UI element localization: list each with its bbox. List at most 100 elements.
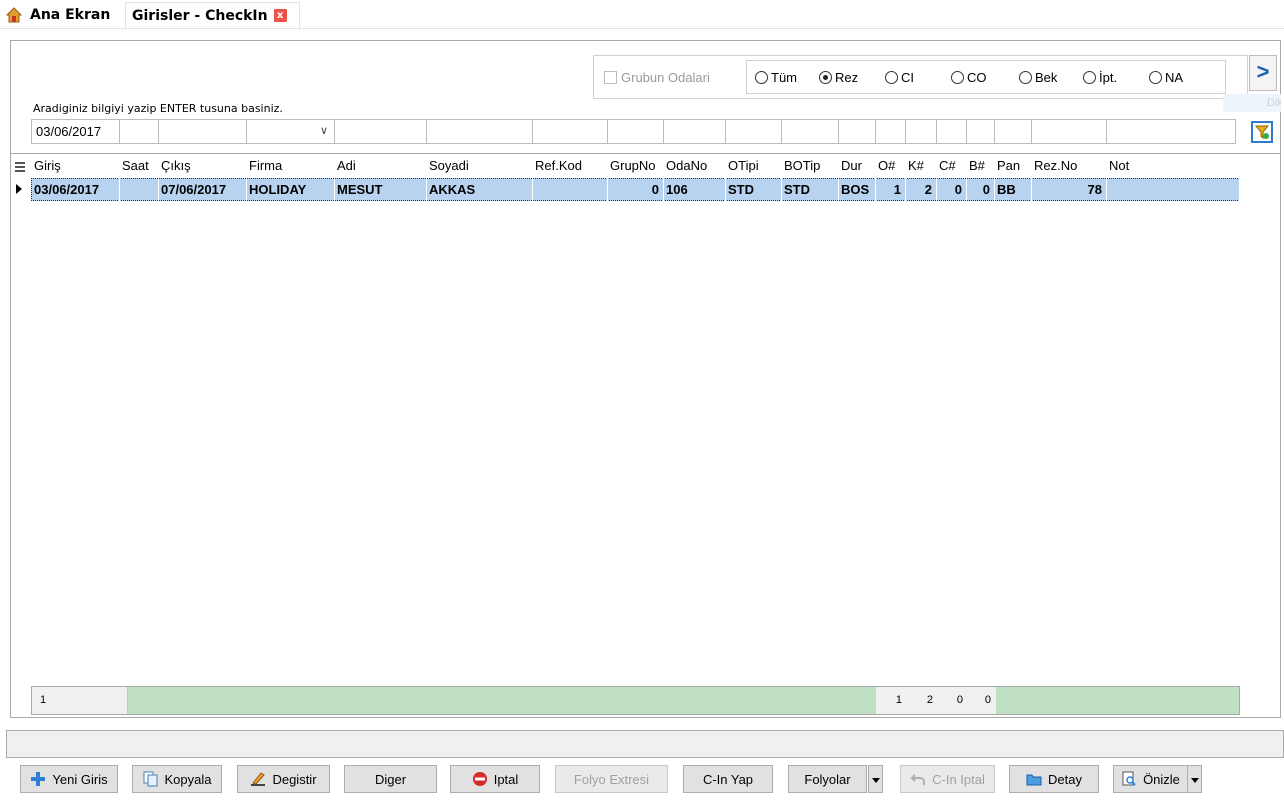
filter-botip-input[interactable]	[781, 119, 839, 144]
col-rezno[interactable]: Rez.No	[1031, 154, 1107, 178]
group-rooms-checkbox[interactable]: Grubun Odalari	[604, 70, 710, 85]
filter-cikis-input[interactable]	[158, 119, 247, 144]
cell-c[interactable]: 0	[936, 178, 967, 201]
cell-k[interactable]: 2	[905, 178, 937, 201]
filter-saat-input[interactable]	[119, 119, 159, 144]
col-b[interactable]: B#	[966, 154, 995, 178]
chevron-down-icon[interactable]: ∨	[320, 120, 328, 143]
radio-ci[interactable]: CI	[885, 70, 914, 85]
other-button[interactable]: Diger	[344, 765, 437, 793]
radio-rez[interactable]: Rez	[819, 70, 858, 85]
filter-not-input[interactable]	[1106, 119, 1236, 144]
cell-saat[interactable]	[119, 178, 159, 201]
close-icon[interactable]: x	[273, 9, 287, 22]
tab-ana-ekran[interactable]: Ana Ekran	[5, 2, 111, 28]
cell-firma[interactable]: HOLIDAY	[246, 178, 335, 201]
filter-dur-input[interactable]	[838, 119, 876, 144]
checkin-grid: Giriş Saat Çıkış Firma Adi Soyadi Ref.Ko…	[11, 153, 1280, 688]
filter-soyadi-input[interactable]	[426, 119, 533, 144]
col-grupno[interactable]: GrupNo	[607, 154, 664, 178]
folios-dropdown[interactable]	[868, 765, 883, 793]
tab-girisler-checkin[interactable]: Girisler - CheckIn x	[125, 2, 300, 28]
cell-dur[interactable]: BOS	[838, 178, 876, 201]
filter-giris-input[interactable]: 03/06/2017	[31, 119, 120, 144]
col-giris[interactable]: Giriş	[31, 154, 120, 178]
radio-circle[interactable]	[885, 71, 898, 84]
cell-soyadi[interactable]: AKKAS	[426, 178, 533, 201]
col-saat[interactable]: Saat	[119, 154, 159, 178]
col-pan[interactable]: Pan	[994, 154, 1032, 178]
radio-circle[interactable]	[1149, 71, 1162, 84]
cell-botip[interactable]: STD	[781, 178, 839, 201]
radio-circle[interactable]	[755, 71, 768, 84]
filter-firma-select[interactable]: ∨	[246, 119, 335, 144]
cell-cikis[interactable]: 07/06/2017	[158, 178, 247, 201]
filter-b-input[interactable]	[966, 119, 995, 144]
filter-rezno-input[interactable]	[1031, 119, 1107, 144]
cell-b[interactable]: 0	[966, 178, 995, 201]
filter-adi-input[interactable]	[334, 119, 427, 144]
new-entry-button[interactable]: Yeni Giris	[20, 765, 118, 793]
radio-ipt[interactable]: İpt.	[1083, 70, 1117, 85]
copy-button[interactable]: Kopyala	[132, 765, 222, 793]
cell-pan[interactable]: BB	[994, 178, 1032, 201]
filter-grupno-input[interactable]	[607, 119, 664, 144]
col-firma[interactable]: Firma	[246, 154, 335, 178]
filter-pan-input[interactable]	[994, 119, 1032, 144]
preview-dropdown[interactable]	[1187, 765, 1202, 793]
radio-tum[interactable]: Tüm	[755, 70, 797, 85]
filter-c-input[interactable]	[936, 119, 967, 144]
search-hint: Aradiginiz bilgiyi yazip ENTER tusuna ba…	[33, 102, 283, 115]
radio-co[interactable]: CO	[951, 70, 987, 85]
col-o[interactable]: O#	[875, 154, 906, 178]
table-row[interactable]: 03/06/2017 07/06/2017 HOLIDAY MESUT AKKA…	[11, 178, 1240, 201]
folios-button[interactable]: Folyolar	[788, 765, 867, 793]
radio-circle[interactable]	[1019, 71, 1032, 84]
preview-button[interactable]: Önizle	[1113, 765, 1188, 793]
checkin-button[interactable]: C-In Yap	[683, 765, 773, 793]
faded-label: Dikdo	[1223, 94, 1281, 112]
cancel-button[interactable]: Iptal	[450, 765, 540, 793]
col-c[interactable]: C#	[936, 154, 967, 178]
filter-otipi-input[interactable]	[725, 119, 782, 144]
cell-odano[interactable]: 106	[663, 178, 726, 201]
next-button[interactable]: >	[1249, 55, 1277, 91]
filter-o-input[interactable]	[875, 119, 906, 144]
cell-grupno[interactable]: 0	[607, 178, 664, 201]
cell-o[interactable]: 1	[875, 178, 906, 201]
main-panel: Grubun Odalari Tüm Rez CI CO Bek İpt. NA…	[10, 40, 1281, 718]
cell-not[interactable]	[1106, 178, 1240, 201]
col-botip[interactable]: BOTip	[781, 154, 839, 178]
col-adi[interactable]: Adi	[334, 154, 427, 178]
radio-circle[interactable]	[819, 71, 832, 84]
cell-rezno[interactable]: 78	[1031, 178, 1107, 201]
cell-giris[interactable]: 03/06/2017	[31, 178, 120, 201]
col-odano[interactable]: OdaNo	[663, 154, 726, 178]
filter-refkod-input[interactable]	[532, 119, 608, 144]
filter-odano-input[interactable]	[663, 119, 726, 144]
checkbox-square[interactable]	[604, 71, 617, 84]
col-cikis[interactable]: Çıkış	[158, 154, 247, 178]
find-button[interactable]	[1251, 121, 1273, 143]
col-refkod[interactable]: Ref.Kod	[532, 154, 608, 178]
col-k[interactable]: K#	[905, 154, 937, 178]
col-not[interactable]: Not	[1106, 154, 1236, 178]
column-chooser-icon[interactable]	[15, 160, 25, 172]
filter-k-input[interactable]	[905, 119, 937, 144]
cell-refkod[interactable]	[532, 178, 608, 201]
radio-na[interactable]: NA	[1149, 70, 1183, 85]
detail-button[interactable]: Detay	[1009, 765, 1099, 793]
folio-extract-button[interactable]: Folyo Extresi	[555, 765, 668, 793]
radio-circle[interactable]	[951, 71, 964, 84]
col-soyadi[interactable]: Soyadi	[426, 154, 533, 178]
tab-label: Ana Ekran	[30, 7, 111, 23]
radio-bek[interactable]: Bek	[1019, 70, 1057, 85]
tab-bar: Ana Ekran Girisler - CheckIn x	[0, 0, 1284, 29]
col-dur[interactable]: Dur	[838, 154, 876, 178]
radio-circle[interactable]	[1083, 71, 1096, 84]
col-otipi[interactable]: OTipi	[725, 154, 782, 178]
cell-otipi[interactable]: STD	[725, 178, 782, 201]
cell-adi[interactable]: MESUT	[334, 178, 427, 201]
checkin-cancel-button[interactable]: C-In Iptal	[900, 765, 995, 793]
edit-button[interactable]: Degistir	[237, 765, 330, 793]
